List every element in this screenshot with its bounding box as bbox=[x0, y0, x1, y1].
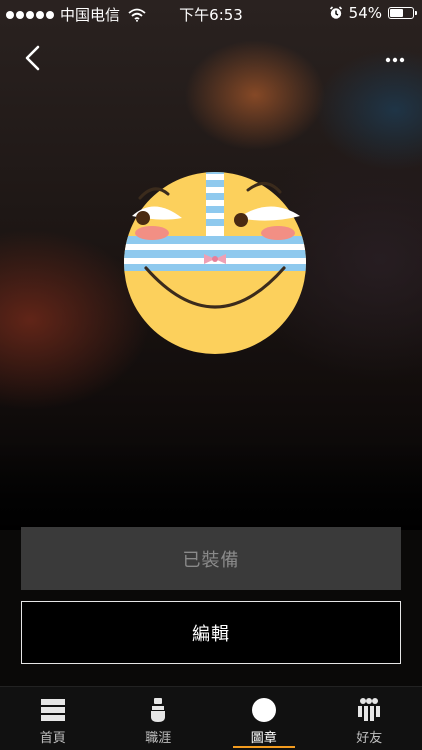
battery-icon bbox=[388, 7, 417, 19]
tab-friends[interactable]: 好友 bbox=[317, 687, 422, 750]
tab-home[interactable]: 首頁 bbox=[0, 687, 106, 750]
friends-icon bbox=[358, 698, 381, 721]
status-bar: 中国电信 下午6:53 54% bbox=[0, 0, 422, 28]
edit-button-label: 編輯 bbox=[192, 623, 230, 645]
home-icon bbox=[40, 699, 65, 721]
tab-career[interactable]: 職涯 bbox=[106, 687, 212, 750]
career-icon bbox=[151, 698, 166, 722]
equipped-button-label: 已裝備 bbox=[182, 549, 240, 571]
smiley-face-badge-icon bbox=[124, 172, 306, 354]
tab-badge[interactable]: 圖章 bbox=[211, 687, 317, 750]
badge-detail-screen: 中国电信 下午6:53 54% 已裝備 編輯 首頁 職涯 圖章 好友 bbox=[0, 0, 422, 750]
tab-friends-label: 好友 bbox=[356, 731, 383, 746]
more-button[interactable] bbox=[382, 48, 408, 68]
battery-level-fill bbox=[390, 9, 403, 17]
tab-career-label: 職涯 bbox=[145, 731, 172, 746]
chevron-left-icon bbox=[25, 45, 40, 71]
more-horizontal-icon bbox=[385, 57, 405, 63]
edit-button[interactable]: 編輯 bbox=[21, 601, 401, 664]
badge-icon bbox=[251, 698, 276, 722]
equipped-button[interactable]: 已裝備 bbox=[21, 527, 401, 590]
battery-percent: 54% bbox=[348, 4, 382, 22]
back-button[interactable] bbox=[18, 42, 50, 74]
badge-image bbox=[120, 168, 310, 358]
tab-bar: 首頁 職涯 圖章 好友 bbox=[0, 686, 422, 750]
tab-badge-label: 圖章 bbox=[250, 731, 277, 746]
active-tab-indicator bbox=[233, 746, 295, 748]
tab-home-label: 首頁 bbox=[39, 731, 66, 746]
background-fade bbox=[0, 440, 422, 530]
status-right: 54% bbox=[329, 4, 417, 22]
alarm-icon bbox=[329, 6, 342, 19]
